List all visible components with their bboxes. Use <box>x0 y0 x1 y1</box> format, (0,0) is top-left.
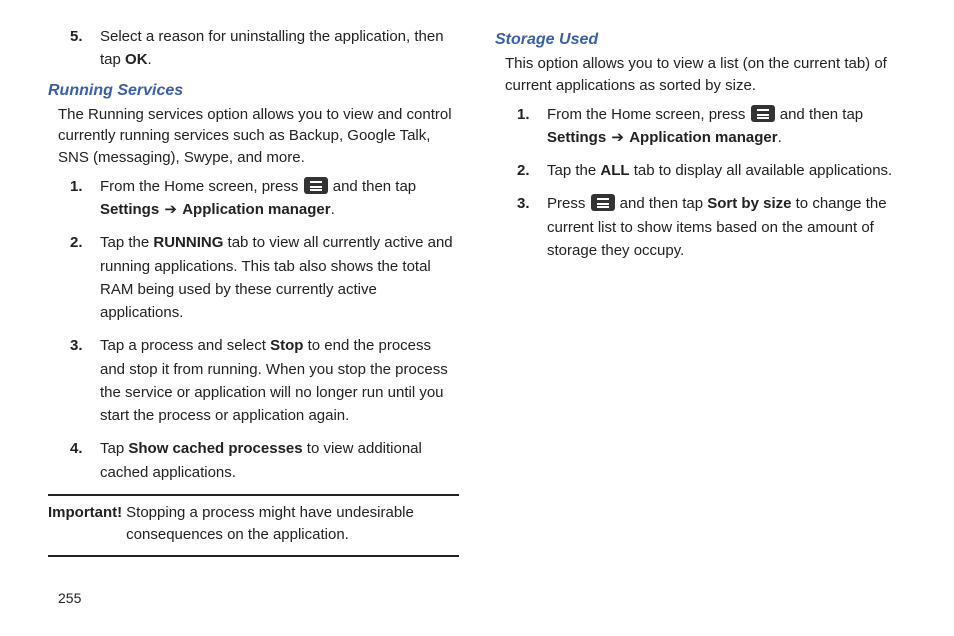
bold-text: ALL <box>600 162 629 179</box>
text: and then tap <box>329 178 417 195</box>
bold-text: OK <box>125 51 148 68</box>
menu-icon <box>304 177 328 194</box>
text: . <box>148 51 152 68</box>
page-number: 255 <box>58 590 81 606</box>
running-services-steps: 1. From the Home screen, press and then … <box>70 175 459 484</box>
text: Press <box>547 195 590 212</box>
left-column: 5. Select a reason for uninstalling the … <box>48 25 459 563</box>
list-item: 1. From the Home screen, press and then … <box>517 103 906 150</box>
divider <box>48 494 459 496</box>
pre-list: 5. Select a reason for uninstalling the … <box>70 25 459 72</box>
page: 5. Select a reason for uninstalling the … <box>0 0 954 563</box>
text: and then tap <box>776 106 864 123</box>
item-number: 2. <box>70 231 83 254</box>
right-column: Storage Used This option allows you to v… <box>495 25 906 563</box>
bold-text: Application manager <box>182 201 330 218</box>
bold-text: Sort by size <box>707 195 791 212</box>
bold-text: RUNNING <box>153 234 223 251</box>
bold-text: Settings <box>547 129 606 146</box>
text: Tap <box>100 440 128 457</box>
arrow: ➔ <box>159 200 182 218</box>
text: tab to display all available application… <box>630 162 893 179</box>
item-number: 4. <box>70 437 83 460</box>
text: . <box>331 201 335 218</box>
bold-text: Application manager <box>629 129 777 146</box>
text: From the Home screen, press <box>547 106 750 123</box>
menu-icon <box>751 105 775 122</box>
item-number: 5. <box>70 25 83 48</box>
section-heading-running-services: Running Services <box>48 82 459 100</box>
important-text: Stopping a process might have undesirabl… <box>126 502 459 546</box>
bold-text: Show cached processes <box>128 440 302 457</box>
section-heading-storage-used: Storage Used <box>495 31 906 49</box>
list-item: 1. From the Home screen, press and then … <box>70 175 459 222</box>
section-intro: This option allows you to view a list (o… <box>505 53 906 97</box>
list-item: 2. Tap the ALL tab to display all availa… <box>517 159 906 182</box>
bold-text: Settings <box>100 201 159 218</box>
storage-used-steps: 1. From the Home screen, press and then … <box>517 103 906 263</box>
text: and then tap <box>616 195 708 212</box>
item-number: 3. <box>70 334 83 357</box>
item-number: 1. <box>517 103 530 126</box>
divider <box>48 555 459 557</box>
list-item: 2. Tap the RUNNING tab to view all curre… <box>70 231 459 324</box>
list-item: 4. Tap Show cached processes to view add… <box>70 437 459 484</box>
section-intro: The Running services option allows you t… <box>58 104 459 169</box>
text: Tap the <box>547 162 600 179</box>
important-note: Important! Stopping a process might have… <box>48 502 459 546</box>
text: From the Home screen, press <box>100 178 303 195</box>
list-item: 3. Tap a process and select Stop to end … <box>70 334 459 427</box>
menu-icon <box>591 194 615 211</box>
text: Tap the <box>100 234 153 251</box>
item-number: 1. <box>70 175 83 198</box>
arrow: ➔ <box>606 128 629 146</box>
bold-text: Stop <box>270 337 303 354</box>
important-label: Important! <box>48 502 126 546</box>
text: Tap a process and select <box>100 337 270 354</box>
item-number: 2. <box>517 159 530 182</box>
item-number: 3. <box>517 192 530 215</box>
list-item: 5. Select a reason for uninstalling the … <box>70 25 459 72</box>
text: . <box>778 129 782 146</box>
list-item: 3. Press and then tap Sort by size to ch… <box>517 192 906 262</box>
